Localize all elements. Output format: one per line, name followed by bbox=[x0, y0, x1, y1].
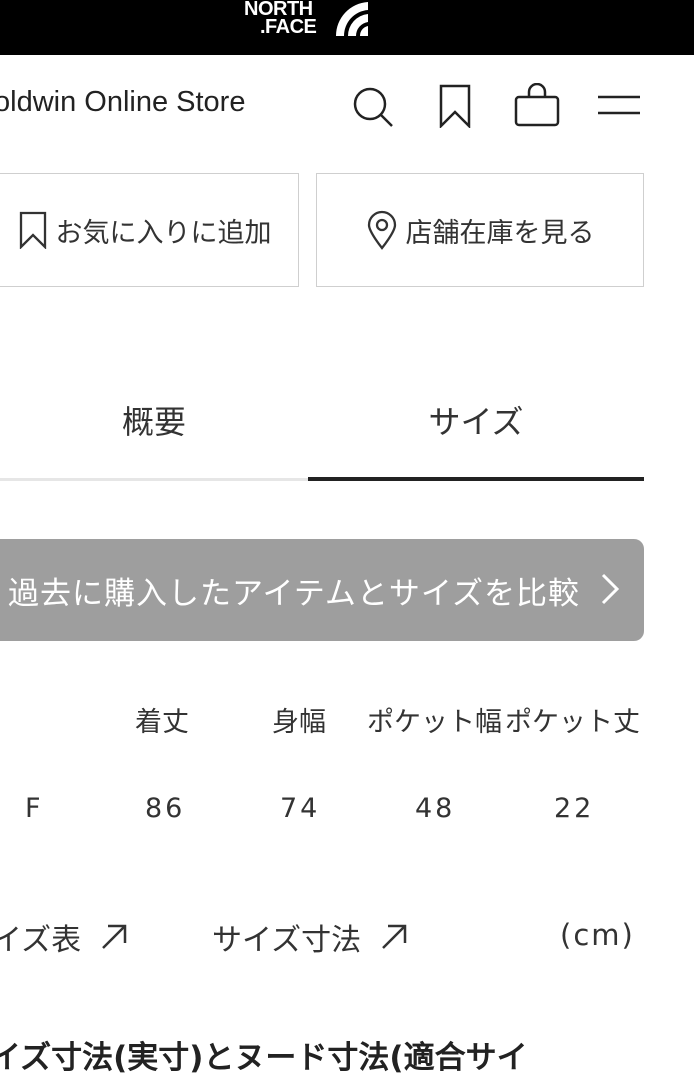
unit-label: (cm) bbox=[560, 918, 635, 952]
bookmark-icon bbox=[19, 211, 46, 249]
table-header-pocket-width: ポケット幅 bbox=[367, 707, 502, 738]
size-chart-label: イズ表 bbox=[0, 923, 82, 958]
tab-size-label: サイズ bbox=[428, 403, 524, 441]
logo-line2: .FACE bbox=[260, 16, 317, 38]
table-cell-width: 74 bbox=[280, 793, 321, 824]
store-name[interactable]: oldwin Online Store bbox=[0, 86, 245, 119]
table-cell-pocket-length: 22 bbox=[554, 793, 595, 824]
location-pin-icon bbox=[367, 210, 396, 250]
table-cell-length: 86 bbox=[145, 793, 186, 824]
compare-size-button[interactable]: 過去に購入したアイテムとサイズを比較 bbox=[0, 539, 644, 641]
tab-size[interactable]: サイズ bbox=[308, 380, 644, 460]
tab-overview[interactable]: 概要 bbox=[0, 380, 308, 460]
tab-active-indicator bbox=[308, 477, 644, 481]
table-cell-size: F bbox=[25, 793, 44, 824]
menu-icon[interactable] bbox=[598, 94, 640, 116]
add-to-favorites-button[interactable]: お気に入りに追加 bbox=[0, 173, 299, 287]
search-icon[interactable] bbox=[352, 86, 394, 128]
section-heading: イズ寸法(実寸)とヌード寸法(適合サイ bbox=[0, 1040, 528, 1076]
store-stock-button[interactable]: 店舗在庫を見る bbox=[316, 173, 644, 287]
compare-size-label: 過去に購入したアイテムとサイズを比較 bbox=[8, 575, 580, 612]
store-stock-label: 店舗在庫を見る bbox=[405, 217, 595, 249]
table-header-width: 身幅 bbox=[272, 707, 326, 738]
external-arrow-icon bbox=[382, 924, 407, 949]
logo-mark-icon bbox=[335, 2, 368, 36]
cart-icon[interactable] bbox=[514, 83, 560, 127]
table-header-pocket-length: ポケット丈 bbox=[505, 707, 640, 738]
tab-overview-label: 概要 bbox=[121, 403, 186, 441]
tab-divider bbox=[0, 478, 308, 481]
add-to-favorites-label: お気に入りに追加 bbox=[55, 217, 272, 249]
top-bar: NORTH .FACE bbox=[0, 0, 694, 55]
chevron-right-icon bbox=[601, 573, 620, 605]
size-dimensions-label: サイズ寸法 bbox=[212, 923, 362, 958]
brand-logo[interactable]: NORTH .FACE bbox=[244, 0, 372, 42]
table-cell-pocket-width: 48 bbox=[415, 793, 456, 824]
size-chart-link[interactable]: イズ表 bbox=[0, 915, 129, 959]
table-header-length: 着丈 bbox=[135, 707, 189, 738]
external-arrow-icon bbox=[102, 924, 127, 949]
size-dimensions-link[interactable]: サイズ寸法 bbox=[212, 915, 409, 959]
bookmark-icon[interactable] bbox=[438, 84, 472, 128]
